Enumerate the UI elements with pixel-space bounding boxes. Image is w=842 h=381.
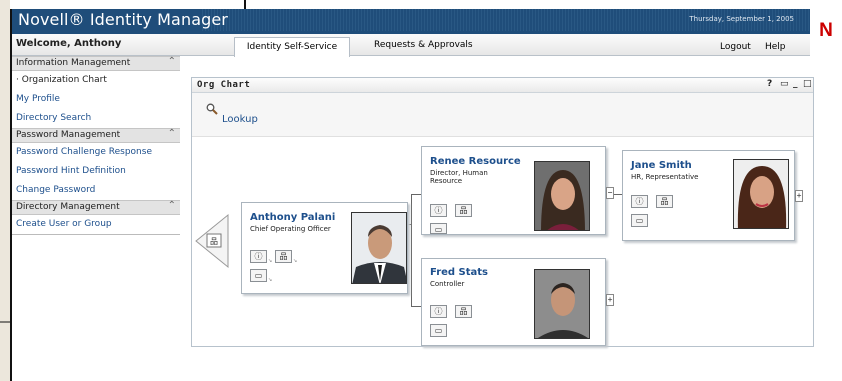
connector-line <box>411 194 421 195</box>
info-button[interactable]: ⓘ <box>631 195 648 208</box>
sidebar-item-password-challenge-response[interactable]: Password Challenge Response <box>12 143 180 162</box>
org-chart-button[interactable]: 品 <box>455 305 472 318</box>
person-title: Controller <box>430 280 465 288</box>
info-button[interactable]: ⓘ <box>430 204 447 217</box>
sidebar-divider <box>12 234 180 235</box>
sidebar-item-create-user-or-group[interactable]: Create User or Group <box>12 215 180 234</box>
person-name[interactable]: Fred Stats <box>430 267 488 278</box>
sidebar-item-label: Organization Chart <box>21 75 107 85</box>
magnifier-icon[interactable] <box>206 103 218 115</box>
sidebar-item-directory-search[interactable]: Directory Search <box>12 109 180 128</box>
org-icon: 品 <box>210 237 218 246</box>
dropdown-indicator-icon: ↘ <box>268 277 273 283</box>
collapse-button[interactable]: − <box>606 187 614 199</box>
info-button[interactable]: ⓘ <box>250 250 267 263</box>
header-date: Thursday, September 1, 2005 <box>689 15 794 23</box>
person-title: Chief Operating Officer <box>250 225 331 233</box>
person-card-anthony-palani[interactable]: Anthony Palani Chief Operating Officer ⓘ… <box>241 202 408 294</box>
org-chart-panel: Org Chart ? ▭ _ □ Lookup 品 Anthony Palan… <box>191 77 814 347</box>
person-photo <box>534 161 590 231</box>
collapse-chevron-icon[interactable]: ⌃ <box>168 128 176 139</box>
minimize-icon[interactable]: _ <box>793 79 798 89</box>
collapse-chevron-icon[interactable]: ⌃ <box>168 56 176 67</box>
print-icon[interactable]: ▭ <box>780 79 789 89</box>
person-photo <box>733 159 789 229</box>
person-name[interactable]: Anthony Palani <box>250 212 335 223</box>
section-directory-management[interactable]: Directory Management ⌃ <box>12 200 180 215</box>
dropdown-indicator-icon: ↘ <box>268 258 273 264</box>
email-button[interactable]: ▭ <box>250 269 267 282</box>
section-title: Information Management <box>16 58 131 68</box>
sidebar-item-my-profile[interactable]: My Profile <box>12 90 180 109</box>
sidebar: Information Management ⌃ · Organization … <box>12 56 180 235</box>
welcome-text: Welcome, Anthony <box>16 38 122 49</box>
person-card-renee-resource[interactable]: Renee Resource Director, Human Resource … <box>421 146 606 235</box>
app-title: Novell® Identity Manager <box>18 10 228 29</box>
person-card-fred-stats[interactable]: Fred Stats Controller ⓘ 品 ▭ <box>421 258 606 346</box>
sidebar-item-change-password[interactable]: Change Password <box>12 181 180 200</box>
help-icon[interactable]: ? <box>767 79 772 89</box>
portrait-icon <box>352 213 406 283</box>
lookup-link[interactable]: Lookup <box>222 114 258 125</box>
person-title: HR, Representative <box>631 173 699 181</box>
lookup-bar: Lookup <box>192 93 813 137</box>
email-button[interactable]: ▭ <box>631 214 648 227</box>
app-header: Novell® Identity Manager Thursday, Septe… <box>12 9 842 34</box>
person-photo <box>351 212 407 284</box>
panel-titlebar: Org Chart ? ▭ _ □ <box>192 78 813 93</box>
section-information-management[interactable]: Information Management ⌃ <box>12 56 180 71</box>
help-link[interactable]: Help <box>765 42 786 52</box>
tab-identity-self-service[interactable]: Identity Self-Service <box>234 37 350 57</box>
expand-button[interactable]: + <box>606 294 614 306</box>
nav-bar: Welcome, Anthony Identity Self-Service R… <box>12 34 810 57</box>
connector-line <box>411 306 421 307</box>
logout-link[interactable]: Logout <box>720 42 751 52</box>
connector-line <box>411 194 412 306</box>
info-button[interactable]: ⓘ <box>430 305 447 318</box>
person-photo <box>534 269 590 339</box>
portrait-icon <box>734 160 788 228</box>
email-button[interactable]: ▭ <box>430 223 447 234</box>
navigate-up-arrow[interactable]: 品 <box>194 213 230 269</box>
person-card-jane-smith[interactable]: Jane Smith HR, Representative ⓘ 品 ▭ <box>622 150 795 241</box>
email-button[interactable]: ▭ <box>430 324 447 337</box>
sidebar-item-organization-chart[interactable]: · Organization Chart <box>12 71 180 90</box>
person-name[interactable]: Renee Resource <box>430 156 521 167</box>
novell-logo: N <box>810 9 842 48</box>
person-title: Director, Human Resource <box>430 169 488 185</box>
dropdown-indicator-icon: ↘ <box>293 258 298 264</box>
portrait-icon <box>535 270 589 338</box>
maximize-icon[interactable]: □ <box>803 79 812 89</box>
org-chart-button[interactable]: 品 <box>656 195 673 208</box>
tab-requests-approvals[interactable]: Requests & Approvals <box>374 40 473 50</box>
org-chart-button[interactable]: 品 <box>455 204 472 217</box>
section-title: Directory Management <box>16 202 120 212</box>
desktop-background <box>0 0 10 381</box>
panel-title: Org Chart <box>197 80 251 90</box>
portrait-icon <box>535 162 589 230</box>
section-password-management[interactable]: Password Management ⌃ <box>12 128 180 143</box>
sidebar-item-password-hint-definition[interactable]: Password Hint Definition <box>12 162 180 181</box>
org-chart-button[interactable]: 品 <box>275 250 292 263</box>
person-name[interactable]: Jane Smith <box>631 160 692 171</box>
expand-button[interactable]: + <box>795 190 803 202</box>
browser-window: Novell® Identity Manager Thursday, Septe… <box>10 9 842 381</box>
collapse-chevron-icon[interactable]: ⌃ <box>168 200 176 211</box>
section-title: Password Management <box>16 130 121 140</box>
